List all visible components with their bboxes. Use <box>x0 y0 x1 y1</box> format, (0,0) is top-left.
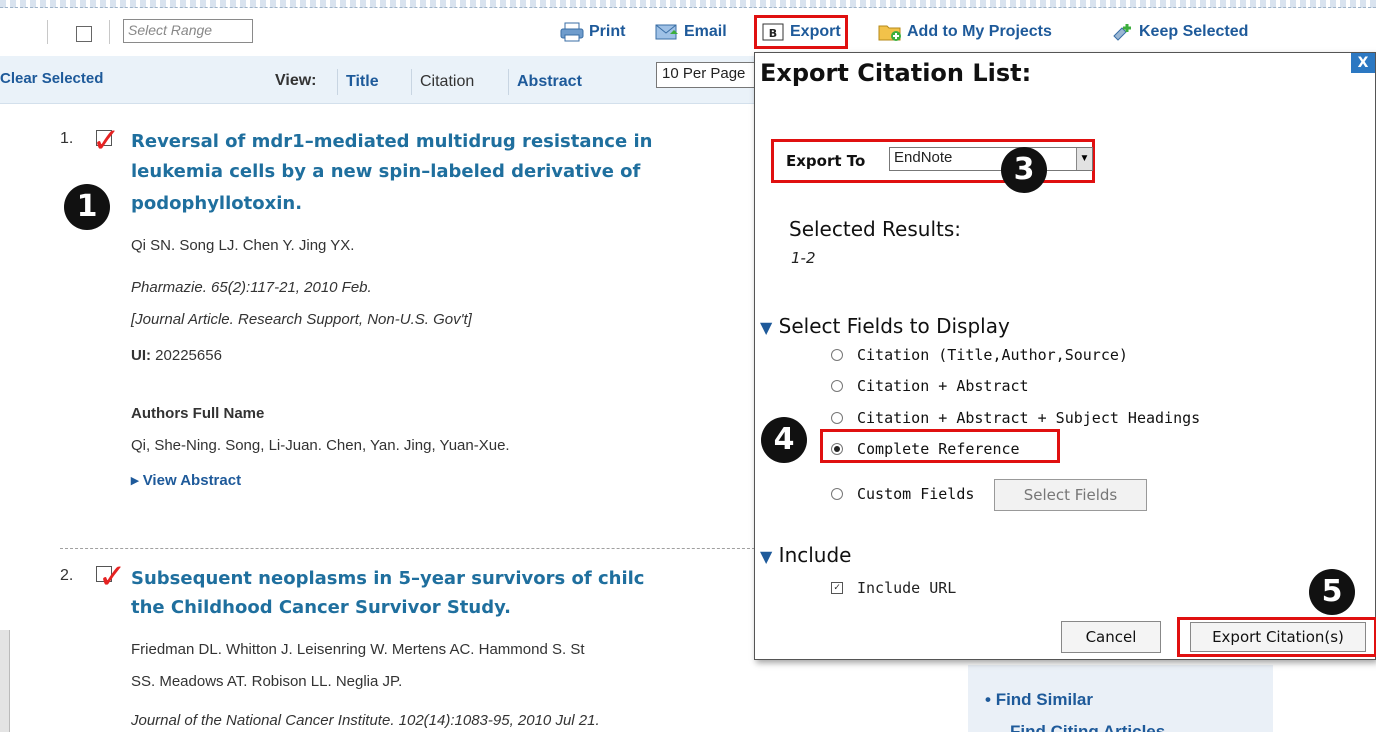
bullet-icon: • <box>985 690 991 709</box>
field-option-citation[interactable]: Citation (Title,Author,Source) <box>831 346 1128 364</box>
step-3-badge: 3 <box>1001 147 1047 193</box>
result-title-line[interactable]: Reversal of mdr1–mediated multidrug resi… <box>131 128 652 155</box>
result-title-line[interactable]: leukemia cells by a new spin–labeled der… <box>131 158 640 185</box>
step-4-badge: 4 <box>761 417 807 463</box>
export-to-value: EndNote <box>894 149 953 166</box>
select-fields-button[interactable]: Select Fields <box>994 479 1147 511</box>
select-all-checkbox[interactable] <box>76 26 92 42</box>
field-option-label: Citation + Abstract + Subject Headings <box>857 409 1201 427</box>
print-label: Print <box>589 23 626 40</box>
toolbar-separator <box>47 20 48 44</box>
export-citation-dialog: X Export Citation List: Export To EndNot… <box>754 52 1376 660</box>
result-ui: UI: 20225656 <box>131 347 222 364</box>
authors-full-name: Qi, She-Ning. Song, Li-Juan. Chen, Yan. … <box>131 437 510 454</box>
clear-selected-link[interactable]: Clear Selected <box>0 70 103 87</box>
result-divider <box>60 548 760 549</box>
view-abstract-label: View Abstract <box>142 472 242 489</box>
export-citations-button[interactable]: Export Citation(s) <box>1190 622 1366 652</box>
include-section-title: Include <box>778 543 852 567</box>
result-source: Journal of the National Cancer Institute… <box>131 712 600 729</box>
export-to-label: Export To <box>786 152 866 170</box>
per-page-select[interactable]: 10 Per Page <box>656 62 766 88</box>
result-authors-line: Friedman DL. Whitton J. Leisenring W. Me… <box>131 641 585 658</box>
include-section-header[interactable]: ▼ Include <box>760 543 851 567</box>
radio-button-selected[interactable] <box>831 443 843 455</box>
print-button[interactable]: Print <box>560 18 625 46</box>
field-option-citation-abstract[interactable]: Citation + Abstract <box>831 377 1029 395</box>
email-icon <box>655 24 678 40</box>
authors-full-name-label: Authors Full Name <box>131 405 265 422</box>
field-option-custom[interactable]: Custom Fields <box>831 485 974 503</box>
checkmark-annotation-icon: ✓ <box>92 121 121 161</box>
selected-results-label: Selected Results: <box>789 217 962 241</box>
field-option-label: Citation + Abstract <box>857 377 1029 395</box>
field-option-complete-reference[interactable]: Complete Reference <box>831 440 1020 458</box>
radio-button[interactable] <box>831 349 843 361</box>
add-to-projects-button[interactable]: Add to My Projects <box>878 18 1052 46</box>
step-5-badge: 5 <box>1309 569 1355 615</box>
select-range-input[interactable]: Select Range <box>123 19 253 43</box>
checkmark-annotation-icon: ✓ <box>98 557 127 597</box>
result-pubtype: [Journal Article. Research Support, Non-… <box>131 311 472 328</box>
triangle-right-icon: ▸ <box>131 472 139 489</box>
top-dashed-border <box>0 0 1376 8</box>
field-option-citation-abstract-subject[interactable]: Citation + Abstract + Subject Headings <box>831 409 1200 427</box>
radio-button[interactable] <box>831 380 843 392</box>
keep-icon <box>1113 24 1131 41</box>
view-abstract-link[interactable]: ▸ View Abstract <box>131 471 241 489</box>
view-citation-option[interactable]: Citation <box>411 69 482 95</box>
result-authors: Qi SN. Song LJ. Chen Y. Jing YX. <box>131 237 355 254</box>
selected-range: 1-2 <box>791 249 816 267</box>
export-to-select[interactable]: EndNote ▼ <box>889 147 1093 171</box>
cancel-button[interactable]: Cancel <box>1061 621 1161 653</box>
field-option-label: Custom Fields <box>857 485 975 503</box>
view-title-option[interactable]: Title <box>337 69 387 95</box>
field-option-label: Citation (Title,Author,Source) <box>857 346 1128 364</box>
export-button[interactable]: B Export <box>754 15 848 49</box>
add-projects-label: Add to My Projects <box>907 23 1052 40</box>
export-label: Export <box>790 23 841 40</box>
close-button[interactable]: X <box>1351 53 1375 73</box>
ui-value: 20225656 <box>155 347 222 364</box>
fields-section-title: Select Fields to Display <box>778 314 1010 338</box>
fields-section-header[interactable]: ▼ Select Fields to Display <box>760 314 1010 338</box>
printer-icon <box>560 22 584 42</box>
email-label: Email <box>684 23 727 40</box>
field-option-label: Complete Reference <box>857 440 1020 458</box>
export-citations-highlight: Export Citation(s) <box>1177 617 1376 657</box>
left-edge-panel <box>0 630 10 732</box>
keep-selected-label: Keep Selected <box>1139 23 1249 40</box>
result-title-line[interactable]: podophyllotoxin. <box>131 190 302 217</box>
result-title-line[interactable]: the Childhood Cancer Survivor Study. <box>131 594 511 621</box>
keep-selected-button[interactable]: Keep Selected <box>1110 18 1248 46</box>
dialog-title: Export Citation List: <box>760 59 1032 87</box>
result-authors-line: SS. Meadows AT. Robison LL. Neglia JP. <box>131 673 403 690</box>
radio-button[interactable] <box>831 488 843 500</box>
result-title-line[interactable]: Subsequent neoplasms in 5–year survivors… <box>131 565 644 592</box>
dropdown-arrow-icon[interactable]: ▼ <box>1076 148 1092 170</box>
find-similar-link[interactable]: • Find Similar <box>985 690 1093 710</box>
include-url-option[interactable]: ✓ Include URL <box>831 579 956 597</box>
email-button[interactable]: Email <box>655 18 727 46</box>
result-source: Pharmazie. 65(2):117-21, 2010 Feb. <box>131 279 372 296</box>
results-toolbar: Select Range Print Email B Export Add to… <box>0 8 1376 56</box>
find-similar-label: Find Similar <box>995 690 1093 709</box>
svg-text:B: B <box>769 27 777 40</box>
step-1-badge: 1 <box>64 184 110 230</box>
result-number: 1. <box>60 130 74 147</box>
result-number: 2. <box>60 567 74 584</box>
view-abstract-option[interactable]: Abstract <box>508 69 590 95</box>
triangle-down-icon: ▼ <box>760 547 773 566</box>
include-url-label: Include URL <box>857 579 957 597</box>
toolbar-separator <box>109 20 110 44</box>
ui-label: UI: <box>131 347 151 364</box>
folder-add-icon <box>878 25 901 41</box>
view-label: View: <box>275 72 317 89</box>
find-citing-link[interactable]: Find Citing Articles <box>1010 722 1210 732</box>
export-icon: B <box>762 23 784 41</box>
include-url-checkbox[interactable]: ✓ <box>831 582 843 594</box>
export-to-highlight: Export To EndNote ▼ <box>771 139 1095 183</box>
triangle-down-icon: ▼ <box>760 318 773 337</box>
radio-button[interactable] <box>831 412 843 424</box>
